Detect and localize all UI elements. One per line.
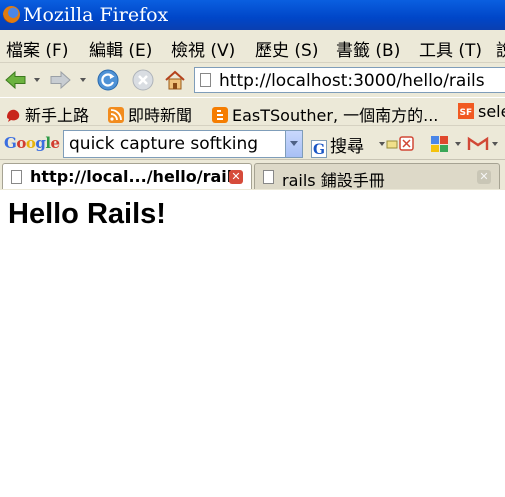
bookmarks-star-icon[interactable] [430, 135, 450, 153]
google-search-value: quick capture softking [69, 134, 259, 154]
tab-rails-manual[interactable]: rails 鋪設手冊 ✕ [254, 163, 500, 190]
bookmarks-dropdown[interactable] [455, 142, 461, 146]
firefox-logo-icon [3, 6, 20, 23]
close-tab-icon[interactable]: ✕ [477, 170, 491, 184]
menu-file[interactable]: 檔案 (F) [6, 36, 68, 61]
menu-tools[interactable]: 工具 (T) [419, 36, 482, 61]
menu-view[interactable]: 檢視 (V) [171, 36, 235, 61]
search-options-dropdown[interactable] [379, 142, 385, 146]
page-heading: Hello Rails! [8, 198, 166, 230]
firefox-bookmark-icon [7, 109, 20, 122]
gmail-icon[interactable] [467, 136, 489, 152]
rss-feed-icon [108, 107, 124, 123]
reload-icon[interactable] [96, 68, 120, 92]
bookmark-eastsouther[interactable]: EasTSouther, 一個南方的... [212, 102, 438, 125]
url-text: http://localhost:3000/hello/rails [219, 71, 485, 91]
bookmark-live-news[interactable]: 即時新聞 [108, 102, 192, 125]
page-icon [11, 170, 22, 184]
google-toolbar: Google quick capture softking G 搜尋 [0, 125, 505, 160]
back-history-dropdown[interactable] [34, 78, 40, 82]
bookmark-sele[interactable]: SF sele [458, 102, 505, 122]
google-g-icon: G [311, 140, 327, 158]
close-tab-icon[interactable]: ✕ [229, 170, 243, 184]
forward-icon[interactable] [48, 68, 72, 92]
window-title: Mozilla Firefox [23, 4, 169, 26]
highlight-icon[interactable] [386, 135, 416, 153]
page-icon [200, 73, 211, 87]
url-bar[interactable]: http://localhost:3000/hello/rails [194, 67, 505, 93]
menu-bar: 檔案 (F) 編輯 (E) 檢視 (V) 歷史 (S) 書籤 (B) 工具 (T… [0, 30, 505, 63]
back-icon[interactable] [4, 68, 28, 92]
page-content: Hello Rails! [0, 190, 505, 497]
svg-text:SF: SF [460, 108, 473, 118]
tab-label: http://local.../hello/rails [30, 167, 242, 186]
forward-history-dropdown[interactable] [80, 78, 86, 82]
page-icon [263, 170, 274, 184]
gmail-dropdown[interactable] [492, 142, 498, 146]
navigation-toolbar: http://localhost:3000/hello/rails [0, 63, 505, 97]
search-history-dropdown[interactable] [285, 131, 302, 157]
menu-bookmarks[interactable]: 書籤 (B) [336, 36, 400, 61]
bookmarks-toolbar: 新手上路 即時新聞 EasTSouther, 一個南方的... SF sele [0, 97, 505, 126]
menu-history[interactable]: 歷史 (S) [255, 36, 318, 61]
home-icon[interactable] [163, 68, 187, 92]
bookmark-getting-started[interactable]: 新手上路 [5, 102, 89, 125]
window-titlebar: Mozilla Firefox [0, 0, 505, 30]
google-search-button[interactable]: G 搜尋 [311, 132, 364, 158]
tab-label: rails 鋪設手冊 [282, 171, 385, 190]
tab-strip: http://local.../hello/rails ✕ rails 鋪設手冊… [0, 159, 505, 191]
stop-icon[interactable] [131, 68, 155, 92]
menu-help[interactable]: 說 [496, 36, 505, 61]
blogger-icon [212, 107, 228, 123]
google-logo: Google [4, 134, 60, 152]
tab-hello-rails[interactable]: http://local.../hello/rails ✕ [2, 163, 252, 189]
menu-edit[interactable]: 編輯 (E) [89, 36, 152, 61]
sourceforge-icon: SF [458, 103, 474, 119]
google-search-input[interactable]: quick capture softking [63, 130, 303, 158]
